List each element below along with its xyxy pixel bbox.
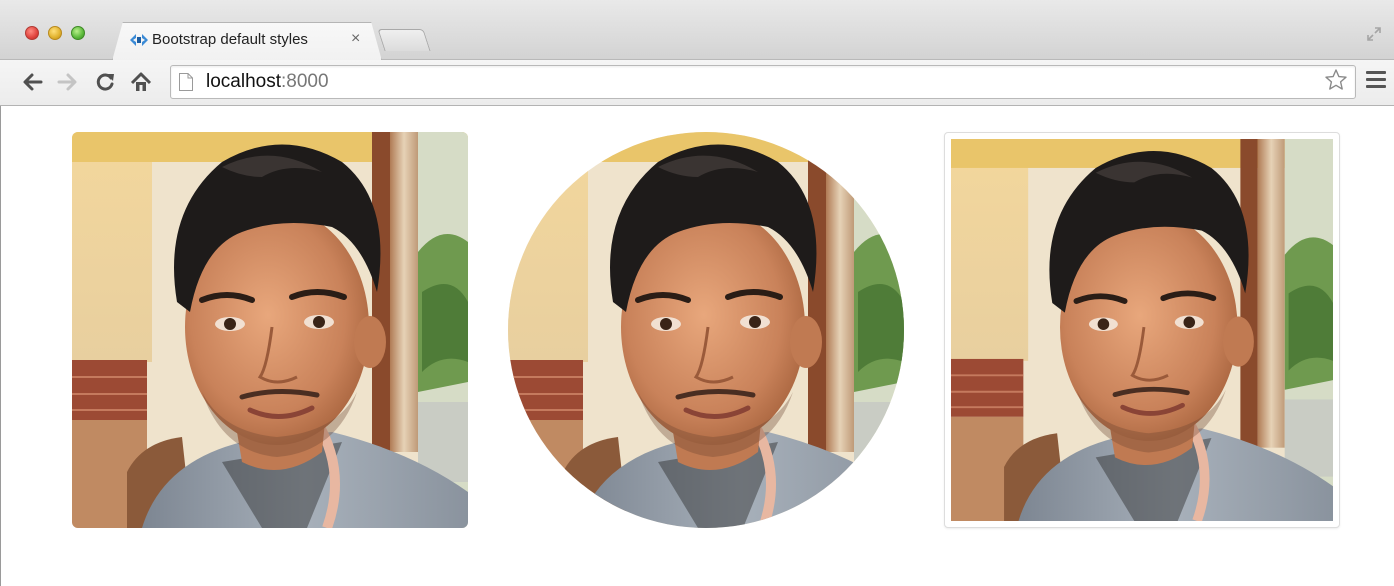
minimize-window-button[interactable] [48,26,62,40]
hamburger-menu-icon[interactable] [1366,71,1386,91]
url-port: :8000 [281,71,329,92]
bootstrap-favicon-icon [130,34,148,46]
tab-close-icon[interactable]: × [351,30,360,48]
url-host: localhost [206,71,281,92]
close-window-button[interactable] [25,26,39,40]
forward-arrow-icon[interactable] [52,67,82,97]
back-arrow-icon[interactable] [18,67,48,97]
new-tab-button[interactable] [377,29,431,51]
maximize-window-button[interactable] [71,26,85,40]
bookmark-star-icon[interactable] [1324,68,1348,98]
url-text[interactable]: localhost:8000 [206,70,329,94]
portrait-image-rounded [72,132,468,528]
address-bar[interactable] [170,65,1356,99]
browser-window: Bootstrap default styles × localhost:800… [0,0,1394,586]
page-icon [179,73,193,91]
portrait-image-circle [508,132,904,528]
home-icon[interactable] [126,67,156,97]
window-edge [0,106,1,586]
tab-title: Bootstrap default styles [152,31,308,48]
fullscreen-expand-icon[interactable] [1366,26,1384,44]
portrait-image-thumbnail [951,139,1333,521]
reload-icon[interactable] [90,67,120,97]
